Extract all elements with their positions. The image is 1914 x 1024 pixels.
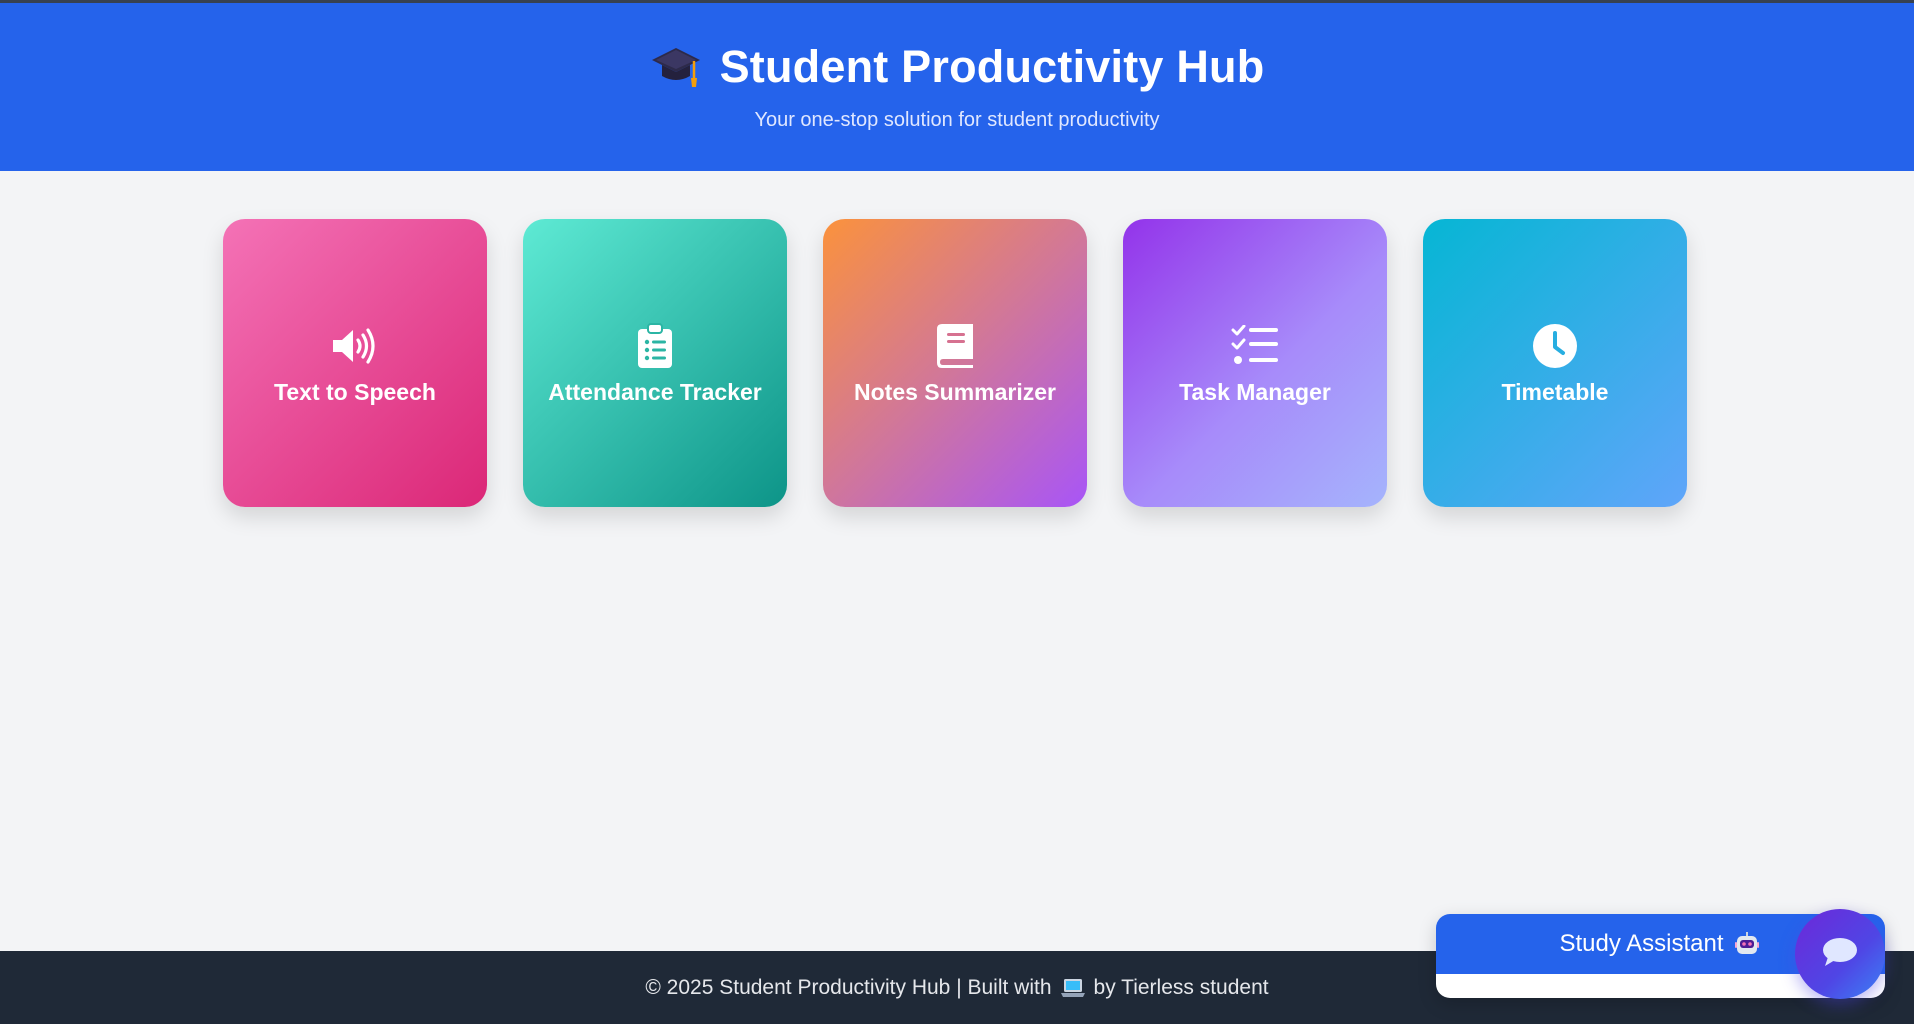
card-label: Text to Speech	[274, 378, 436, 405]
graduation-cap-icon	[650, 44, 702, 90]
page-header: Student Productivity Hub Your one-stop s…	[0, 3, 1914, 171]
card-attendance-tracker[interactable]: Attendance Tracker	[523, 219, 787, 507]
page-subtitle: Your one-stop solution for student produ…	[754, 109, 1160, 131]
card-timetable[interactable]: Timetable	[1423, 219, 1687, 507]
tool-cards: Text to Speech Attendance Tracker Notes …	[223, 219, 1687, 507]
card-label: Timetable	[1501, 378, 1609, 405]
checklist-icon	[1230, 321, 1280, 371]
card-notes-summarizer[interactable]: Notes Summarizer	[823, 219, 1087, 507]
study-assistant-title: Study Assistant	[1559, 930, 1724, 957]
card-label: Attendance Tracker	[548, 378, 762, 405]
chat-toggle-button[interactable]	[1795, 909, 1885, 999]
laptop-icon	[1060, 978, 1086, 998]
robot-icon	[1734, 931, 1760, 957]
header-title-row: Student Productivity Hub	[0, 41, 1914, 93]
clipboard-list-icon	[630, 321, 680, 371]
card-text-to-speech[interactable]: Text to Speech	[223, 219, 487, 507]
card-task-manager[interactable]: Task Manager	[1123, 219, 1387, 507]
footer-text-before: © 2025 Student Productivity Hub | Built …	[645, 975, 1052, 999]
book-icon	[930, 321, 980, 371]
chat-bubble-icon	[1820, 935, 1860, 974]
footer-text-after: by Tierless student	[1093, 975, 1269, 999]
clock-icon	[1530, 321, 1580, 371]
card-label: Task Manager	[1179, 378, 1331, 405]
page-title: Student Productivity Hub	[719, 41, 1265, 92]
speaker-icon	[330, 321, 380, 371]
card-label: Notes Summarizer	[854, 378, 1056, 405]
